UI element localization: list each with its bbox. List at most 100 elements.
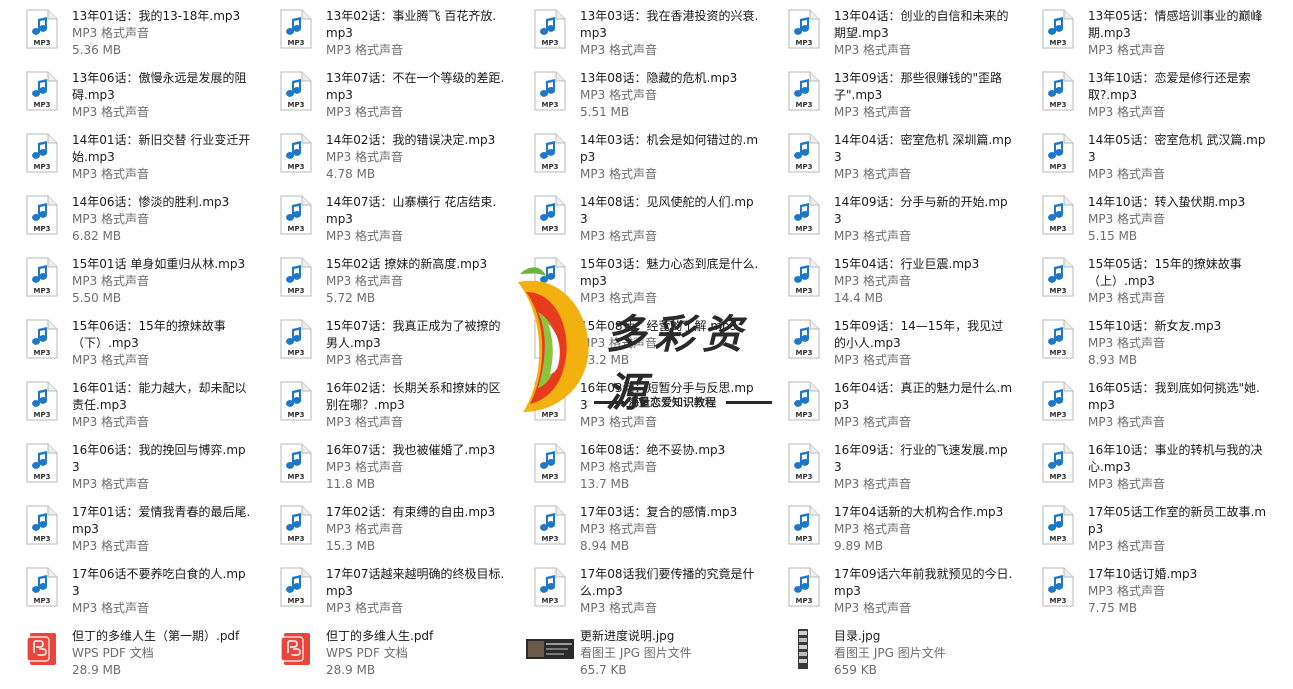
- file-item[interactable]: MP3 15年04话：行业巨震.mp3 MP3 格式声音 14.4 MB: [762, 248, 1012, 308]
- file-item[interactable]: MP3 16年04话：真正的魅力是什么.mp3 MP3 格式声音: [762, 372, 1012, 432]
- mp3-file-icon: MP3: [1042, 133, 1074, 173]
- file-item[interactable]: MP3 17年01话：爱情我青春的最后尾.mp3 MP3 格式声音: [0, 496, 250, 556]
- file-item[interactable]: MP3 15年07话：我真正成为了被撩的男人.mp3 MP3 格式声音: [254, 310, 504, 370]
- file-size: 4.78 MB: [326, 167, 376, 181]
- file-item[interactable]: MP3 16年02话：长期关系和撩妹的区别在哪？.mp3 MP3 格式声音: [254, 372, 504, 432]
- file-type: MP3 格式声音: [834, 274, 912, 288]
- file-item[interactable]: MP3 13年05话：情感培训事业的巅峰期.mp3 MP3 格式声音: [1016, 0, 1266, 60]
- mp3-file-icon: MP3: [788, 443, 820, 483]
- mp3-file-icon: MP3: [26, 319, 58, 359]
- svg-text:MP3: MP3: [1050, 39, 1067, 47]
- file-item[interactable]: MP3 16年08话：绝不妥协.mp3 MP3 格式声音 13.7 MB: [508, 434, 758, 494]
- file-name: 16年07话：我也被催婚了.mp3: [326, 443, 496, 457]
- file-type: WPS PDF 文档: [72, 646, 154, 660]
- file-item[interactable]: MP3 17年04话新的大机构合作.mp3 MP3 格式声音 9.89 MB: [762, 496, 1012, 556]
- svg-text:MP3: MP3: [542, 163, 559, 171]
- file-item[interactable]: MP314年04话：密室危机 深圳篇.mp3MP3 格式声音8.16 MB: [762, 124, 1012, 184]
- file-item[interactable]: MP3 14年07话：山寨横行 花店结束.mp3 MP3 格式声音: [254, 186, 504, 246]
- file-item[interactable]: MP314年05话：密室危机 武汉篇.mp3MP3 格式声音4.85 MB: [1016, 124, 1266, 184]
- svg-text:MP3: MP3: [34, 411, 51, 419]
- file-name: 14年03话：机会是如何错过的.mp3: [580, 133, 759, 164]
- mp3-file-icon: MP3: [534, 9, 566, 49]
- mp3-file-icon: MP3: [534, 443, 566, 483]
- file-item[interactable]: MP3 15年09话：14—15年，我见过的小人.mp3 MP3 格式声音: [762, 310, 1012, 370]
- file-item[interactable]: MP3 13年08话：隐藏的危机.mp3 MP3 格式声音 5.51 MB: [508, 62, 758, 122]
- mp3-file-icon: MP3: [26, 257, 58, 297]
- file-item[interactable]: 目录.jpg 看图王 JPG 图片文件 659 KB: [762, 620, 1012, 680]
- file-name: 14年09话：分手与新的开始.mp3: [834, 195, 1008, 226]
- file-name: 17年04话新的大机构合作.mp3: [834, 505, 1004, 519]
- file-type: MP3 格式声音: [72, 539, 150, 553]
- file-item[interactable]: MP317年06话不要养吃白食的人.mp3MP3 格式声音11.8 MB: [0, 558, 250, 618]
- file-item[interactable]: MP3 13年03话：我在香港投资的兴衰.mp3 MP3 格式声音: [508, 0, 758, 60]
- file-item[interactable]: MP3 16年05话：我到底如何挑选"她.mp3 MP3 格式声音: [1016, 372, 1266, 432]
- file-item[interactable]: 但丁的多维人生.pdf WPS PDF 文档 28.9 MB: [254, 620, 504, 680]
- file-item[interactable]: MP3 13年10话：恋爱是修行还是索取?.mp3 MP3 格式声音: [1016, 62, 1266, 122]
- file-name: 15年02话 撩妹的新高度.mp3: [326, 257, 488, 271]
- file-name: 14年07话：山寨横行 花店结束.mp3: [326, 195, 497, 226]
- file-item[interactable]: MP314年09话：分手与新的开始.mp3MP3 格式声音4.84 MB: [762, 186, 1012, 246]
- file-item[interactable]: MP3 16年01话：能力越大，却未配以责任.mp3 MP3 格式声音: [0, 372, 250, 432]
- mp3-file-icon: MP3: [26, 195, 58, 235]
- file-name: 15年05话：15年的撩妹故事（上）.mp3: [1088, 257, 1242, 288]
- file-item[interactable]: MP3 15年01话 单身如重归从林.mp3 MP3 格式声音 5.50 MB: [0, 248, 250, 308]
- file-item[interactable]: MP3 15年05话：15年的撩妹故事（上）.mp3 MP3 格式声音: [1016, 248, 1266, 308]
- file-item[interactable]: MP3 17年10话订婚.mp3 MP3 格式声音 7.75 MB: [1016, 558, 1266, 618]
- file-name: 但丁的多维人生.pdf: [326, 629, 434, 643]
- file-item[interactable]: MP3 17年09话六年前我就预见的今日.mp3 MP3 格式声音: [762, 558, 1012, 618]
- file-item[interactable]: MP316年06话：我的挽回与博弈.mp3MP3 格式声音17.6 MB: [0, 434, 250, 494]
- file-item[interactable]: MP3 14年01话：新旧交替 行业变迁开始.mp3 MP3 格式声音: [0, 124, 250, 184]
- file-item[interactable]: MP3 16年10话：事业的转机与我的决心.mp3 MP3 格式声音: [1016, 434, 1266, 494]
- file-item[interactable]: MP3 15年02话 撩妹的新高度.mp3 MP3 格式声音 5.72 MB: [254, 248, 504, 308]
- svg-text:MP3: MP3: [1050, 101, 1067, 109]
- file-type: MP3 格式声音: [72, 353, 150, 367]
- file-item[interactable]: MP3 15年06话：15年的撩妹故事（下）.mp3 MP3 格式声音: [0, 310, 250, 370]
- svg-text:MP3: MP3: [288, 39, 305, 47]
- mp3-file-icon: MP3: [534, 257, 566, 297]
- file-item[interactable]: MP3 13年06话：傲慢永远是发展的阻碍.mp3 MP3 格式声音: [0, 62, 250, 122]
- file-item[interactable]: MP3 16年07话：我也被催婚了.mp3 MP3 格式声音 11.8 MB: [254, 434, 504, 494]
- file-type: MP3 格式声音: [1088, 212, 1166, 226]
- file-name: 17年06话不要养吃白食的人.mp3: [72, 567, 246, 598]
- file-type: MP3 格式声音: [834, 167, 912, 181]
- mp3-file-icon: MP3: [26, 133, 58, 173]
- file-type: MP3 格式声音: [580, 601, 658, 615]
- mp3-file-icon: MP3: [26, 9, 58, 49]
- mp3-file-icon: MP3: [280, 195, 312, 235]
- file-item[interactable]: MP3 17年08话我们要传播的究竟是什么.mp3 MP3 格式声音: [508, 558, 758, 618]
- file-item[interactable]: MP316年09话：行业的飞速发展.mp3MP3 格式声音14.3 MB: [762, 434, 1012, 494]
- file-type: MP3 格式声音: [834, 415, 912, 429]
- svg-text:MP3: MP3: [288, 287, 305, 295]
- file-item[interactable]: MP3 14年06话：惨淡的胜利.mp3 MP3 格式声音 6.82 MB: [0, 186, 250, 246]
- file-item[interactable]: MP3 17年05话工作室的新员工故事.mp3 MP3 格式声音: [1016, 496, 1266, 556]
- file-item[interactable]: 但丁的多维人生（第一期）.pdf WPS PDF 文档 28.9 MB: [0, 620, 250, 680]
- file-item[interactable]: MP3 13年07话：不在一个等级的差距.mp3 MP3 格式声音: [254, 62, 504, 122]
- file-item[interactable]: MP3 15年08话：经营的了解.mp3 MP3 格式声音 13.2 MB: [508, 310, 758, 370]
- file-item[interactable]: 更新进度说明.jpg 看图王 JPG 图片文件 65.7 KB: [508, 620, 758, 680]
- file-type: MP3 格式声音: [72, 415, 150, 429]
- svg-text:MP3: MP3: [542, 473, 559, 481]
- file-item[interactable]: MP3 17年03话：复合的感情.mp3 MP3 格式声音 8.94 MB: [508, 496, 758, 556]
- mp3-file-icon: MP3: [1042, 505, 1074, 545]
- file-item[interactable]: MP3 13年01话：我的13-18年.mp3 MP3 格式声音 5.36 MB: [0, 0, 250, 60]
- file-item[interactable]: MP3 13年04话：创业的自信和未来的期望.mp3 MP3 格式声音: [762, 0, 1012, 60]
- file-item[interactable]: MP3 14年03话：机会是如何错过的.mp3 MP3 格式声音: [508, 124, 758, 184]
- file-item[interactable]: MP3 13年09话：那些很赚钱的"歪路子".mp3 MP3 格式声音: [762, 62, 1012, 122]
- file-item[interactable]: MP3 17年02话：有束缚的自由.mp3 MP3 格式声音 15.3 MB: [254, 496, 504, 556]
- mp3-file-icon: MP3: [1042, 567, 1074, 607]
- mp3-file-icon: MP3: [788, 71, 820, 111]
- mp3-file-icon: MP3: [26, 505, 58, 545]
- mp3-file-icon: MP3: [788, 9, 820, 49]
- file-item[interactable]: MP3 15年10话：新女友.mp3 MP3 格式声音 8.93 MB: [1016, 310, 1266, 370]
- file-item[interactable]: MP316年03话：短暂分手与反思.mp3MP3 格式声音10.0 MB: [508, 372, 758, 432]
- file-size: 6.82 MB: [72, 229, 122, 243]
- file-item[interactable]: MP3 14年10话：转入蛰伏期.mp3 MP3 格式声音 5.15 MB: [1016, 186, 1266, 246]
- file-item[interactable]: MP3 17年07话越来越明确的终极目标.mp3 MP3 格式声音: [254, 558, 504, 618]
- file-item[interactable]: MP314年08话：见风使舵的人们.mp3MP3 格式声音5.29 MB: [508, 186, 758, 246]
- svg-text:MP3: MP3: [34, 39, 51, 47]
- file-item[interactable]: MP3 15年03话：魅力心态到底是什么.mp3 MP3 格式声音: [508, 248, 758, 308]
- file-item[interactable]: MP3 13年02话：事业腾飞 百花齐放.mp3 MP3 格式声音: [254, 0, 504, 60]
- file-item[interactable]: MP3 14年02话：我的错误决定.mp3 MP3 格式声音 4.78 MB: [254, 124, 504, 184]
- svg-text:MP3: MP3: [1050, 163, 1067, 171]
- file-type: MP3 格式声音: [1088, 167, 1166, 181]
